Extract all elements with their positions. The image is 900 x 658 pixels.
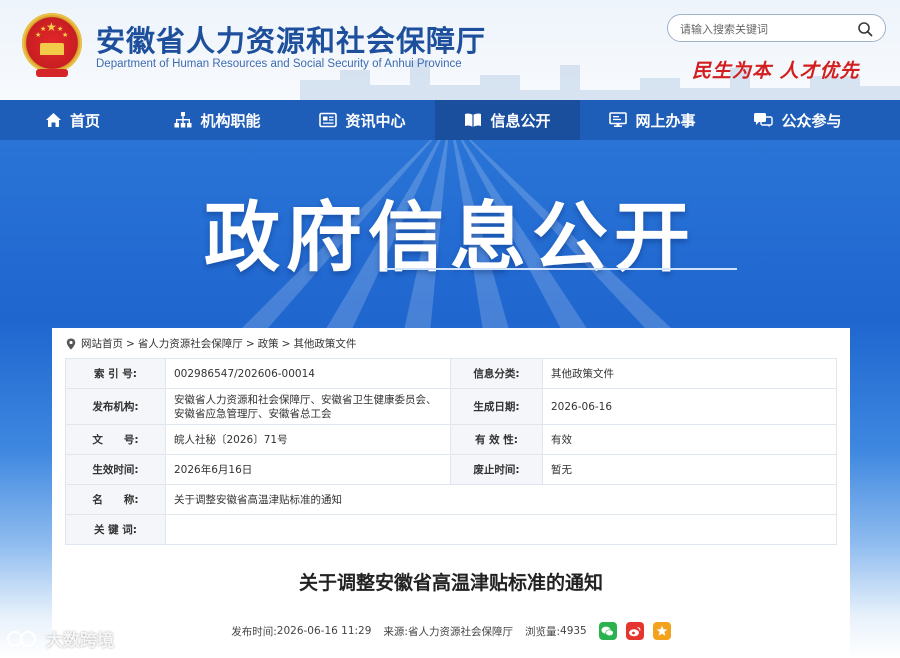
keywords-label: 关 键 词: xyxy=(65,514,166,545)
views-count: 4935 xyxy=(560,625,587,637)
nav-item-home[interactable]: 首页 xyxy=(0,100,145,140)
document-number-label: 文 号: xyxy=(65,424,166,455)
nav-item-label: 网上办事 xyxy=(635,111,696,130)
favorite-icon xyxy=(656,625,668,636)
document-info-bar: 发布时间: 2026-06-16 11:29 来源: 省人力资源社会保障厅 浏览… xyxy=(52,622,850,640)
share-wechat-button[interactable] xyxy=(598,622,617,640)
table-row: 索 引 号: 002986547/202606-00014 信息分类: 其他政策… xyxy=(65,358,837,389)
site-header: ★ ★ ★ ★ ★ 安徽省人力资源和社会保障厅 Department of Hu… xyxy=(0,0,900,100)
source-label: 来源: xyxy=(383,625,408,638)
nav-item-label: 资讯中心 xyxy=(345,111,406,130)
share-weibo-button[interactable] xyxy=(625,622,644,640)
views-label: 浏览量: xyxy=(524,625,561,638)
repeal-time-value: 暂无 xyxy=(542,454,837,485)
search-box[interactable] xyxy=(667,14,886,42)
breadcrumb-home[interactable]: 网站首页 xyxy=(81,336,123,351)
watermark: 大数跨境 xyxy=(6,626,114,651)
created-date-value: 2026-06-16 xyxy=(542,388,837,425)
favorite-button[interactable] xyxy=(652,622,671,640)
nav-item-label: 信息公开 xyxy=(490,111,551,130)
category-label: 信息分类: xyxy=(450,358,543,389)
nav-item-info-disclosure[interactable]: 信息公开 xyxy=(435,100,580,140)
breadcrumb-separator: > xyxy=(126,337,135,350)
main-nav: 首页 机构职能 资讯中心 信息公开 网上办事 公众参与 xyxy=(0,100,900,140)
site-subtitle: Department of Human Resources and Social… xyxy=(96,58,462,70)
nav-item-label: 机构职能 xyxy=(200,111,261,130)
slogan: 民生为本 人才优先 xyxy=(692,60,860,82)
search-icon[interactable] xyxy=(857,21,873,37)
category-value: 其他政策文件 xyxy=(542,358,837,389)
table-row: 文 号: 皖人社秘〔2026〕71号 有 效 性: 有效 xyxy=(65,424,837,455)
table-row: 生效时间: 2026年6月16日 废止时间: 暂无 xyxy=(65,454,837,485)
keywords-value xyxy=(165,514,837,545)
source-value: 省人力资源社会保障厅 xyxy=(407,625,513,638)
book-icon xyxy=(465,113,482,127)
publish-time-label: 发布时间: xyxy=(231,625,277,638)
breadcrumb: 网站首页 > 省人力资源社会保障厅 > 政策 > 其他政策文件 xyxy=(66,336,356,351)
table-row: 关 键 词: xyxy=(65,514,837,545)
effective-time-label: 生效时间: xyxy=(65,454,166,485)
nav-item-public-participation[interactable]: 公众参与 xyxy=(725,100,870,140)
nav-item-news[interactable]: 资讯中心 xyxy=(290,100,435,140)
table-row: 名 称: 关于调整安徽省高温津贴标准的通知 xyxy=(65,484,837,515)
search-input[interactable] xyxy=(680,20,850,38)
breadcrumb-department[interactable]: 省人力资源社会保障厅 xyxy=(138,336,243,351)
issuer-value: 安徽省人力资源和社会保障厅、安徽省卫生健康委员会、安徽省应急管理厅、安徽省总工会 xyxy=(165,388,451,425)
news-icon xyxy=(319,112,338,128)
table-row: 发布机构: 安徽省人力资源和社会保障厅、安徽省卫生健康委员会、安徽省应急管理厅、… xyxy=(65,388,837,425)
nav-item-organization[interactable]: 机构职能 xyxy=(145,100,290,140)
nav-item-online-services[interactable]: 网上办事 xyxy=(580,100,725,140)
site-title[interactable]: 安徽省人力资源和社会保障厅 xyxy=(96,18,486,60)
monitor-icon xyxy=(609,112,628,127)
weibo-icon xyxy=(629,626,641,636)
breadcrumb-separator: > xyxy=(245,337,255,350)
validity-label: 有 效 性: xyxy=(450,424,543,455)
nav-item-label: 首页 xyxy=(69,111,100,130)
publish-time-value: 2026-06-16 11:29 xyxy=(276,625,372,637)
banner-divider xyxy=(385,268,737,270)
validity-value: 有效 xyxy=(542,424,837,455)
issuer-label: 发布机构: xyxy=(65,388,166,425)
effective-time-value: 2026年6月16日 xyxy=(165,454,451,485)
watermark-text: 大数跨境 xyxy=(46,631,114,651)
index-number-value: 002986547/202606-00014 xyxy=(165,358,451,389)
content-card: 网站首页 > 省人力资源社会保障厅 > 政策 > 其他政策文件 索 引 号: 0… xyxy=(52,328,850,658)
breadcrumb-policy[interactable]: 政策 xyxy=(258,336,279,351)
document-name-value: 关于调整安徽省高温津贴标准的通知 xyxy=(165,484,837,515)
document-number-value: 皖人社秘〔2026〕71号 xyxy=(165,424,451,455)
index-number-label: 索 引 号: xyxy=(65,358,166,389)
document-meta-table: 索 引 号: 002986547/202606-00014 信息分类: 其他政策… xyxy=(65,358,837,545)
breadcrumb-other-policy-docs[interactable]: 其他政策文件 xyxy=(293,336,356,351)
national-emblem-icon[interactable]: ★ ★ ★ ★ ★ xyxy=(22,13,82,77)
nav-item-label: 公众参与 xyxy=(781,111,842,130)
chat-icon xyxy=(754,113,774,128)
repeal-time-label: 废止时间: xyxy=(450,454,543,485)
created-date-label: 生成日期: xyxy=(450,388,543,425)
home-icon xyxy=(45,113,61,127)
location-pin-icon xyxy=(66,338,76,349)
document-title: 关于调整安徽省高温津贴标准的通知 xyxy=(298,572,603,594)
watermark-logo-icon xyxy=(7,630,36,647)
org-chart-icon xyxy=(174,112,192,128)
document-name-label: 名 称: xyxy=(65,484,166,515)
wechat-icon xyxy=(601,626,614,636)
breadcrumb-separator: > xyxy=(281,337,291,350)
